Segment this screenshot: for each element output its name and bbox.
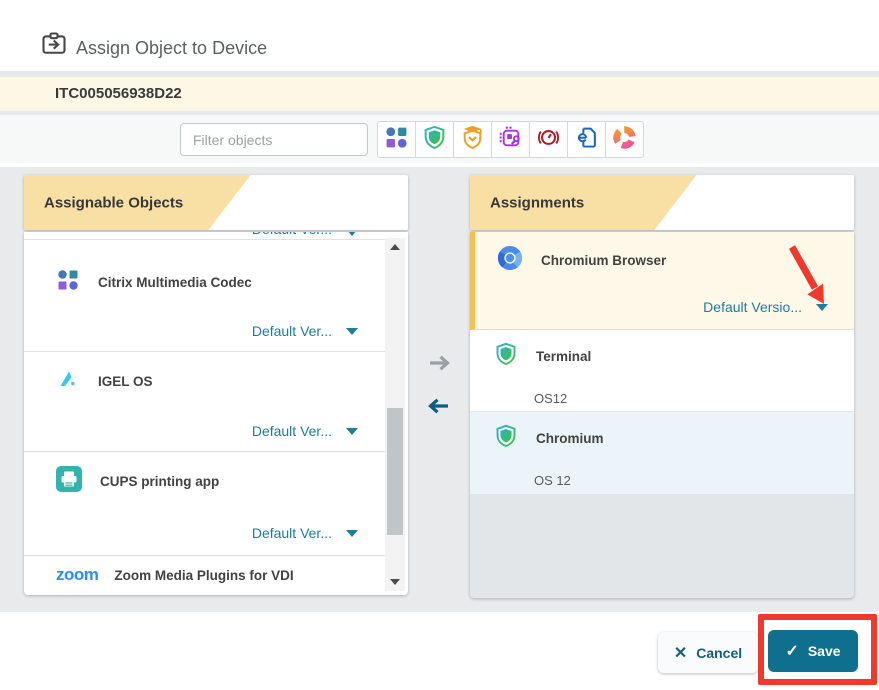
object-name: Chromium [536,431,604,446]
list-item-citrix-multimedia-codec[interactable]: Citrix Multimedia Codec Default Ver... [24,240,386,352]
assignment-item-chromium[interactable]: Chromium OS 12 [470,412,854,494]
dialog-title: Assign Object to Device [76,38,267,59]
chromium-browser-icon [497,245,523,276]
scroll-up-icon[interactable] [385,238,405,256]
assign-right-arrow-button[interactable] [428,354,452,377]
apps-icon [384,125,409,155]
assignable-objects-title: Assignable Objects [44,194,183,211]
list-item-igel-os[interactable]: IGEL OS Default Ver... [24,352,386,452]
list-item-partial-top[interactable]: Default Ver... [24,232,386,240]
scroll-down-icon[interactable] [385,573,405,591]
assignments-title: Assignments [490,194,584,211]
version-dropdown-label[interactable]: Default Ver... [252,323,332,339]
filter-master-profiles-button[interactable] [453,121,492,158]
device-id: ITC005056938D22 [55,77,182,111]
printer-icon [56,466,82,497]
object-name: Terminal [536,349,591,364]
assignment-item-terminal[interactable]: Terminal OS12 [470,330,854,412]
object-os-version: OS 12 [534,473,571,488]
green-shield-icon [422,125,447,155]
object-type-filter-group [377,121,644,158]
version-dropdown-label[interactable]: Default Ver... [252,423,332,439]
filter-firmware-customizations-button[interactable] [491,121,530,158]
scrollbar-thumb[interactable] [387,408,403,535]
chevron-down-icon[interactable] [816,304,828,311]
chevron-down-icon[interactable] [346,428,358,435]
cancel-button[interactable]: ✕ Cancel [658,632,758,673]
cancel-button-label: Cancel [696,645,742,661]
assignment-item-chromium-browser[interactable]: Chromium Browser Default Versio... [470,232,854,330]
device-bar: ITC005056938D22 [0,77,879,111]
dialog-footer: ✕ Cancel ✓ Save [0,612,879,690]
object-os-version: OS12 [534,391,567,406]
list-item-cups-printing-app[interactable]: CUPS printing app Default Ver... [24,452,386,556]
object-name: Zoom Media Plugins for VDI [114,568,293,583]
chevron-down-icon[interactable] [346,530,358,537]
blue-file-clip-icon [574,125,599,155]
chevron-down-icon[interactable] [346,328,358,335]
close-icon: ✕ [674,643,687,663]
list-item-zoom-media-plugins[interactable]: zoom Zoom Media Plugins for VDI [24,556,386,595]
object-filter-toolbar [0,115,879,163]
filter-apps-button[interactable] [377,121,416,158]
green-shield-icon [494,424,518,453]
version-dropdown-label[interactable]: Default Ver... [252,525,332,541]
filter-profiles-button[interactable] [415,121,454,158]
object-name: CUPS printing app [100,474,219,489]
assignments-list: Chromium Browser Default Versio... Termi… [470,232,854,598]
apps-icon [56,268,80,297]
scrollbar[interactable] [385,238,405,591]
version-dropdown-label[interactable]: Default Ver... [252,232,332,237]
green-shield-icon [494,342,518,371]
assignable-objects-list: Default Ver... Citrix Multimedia Codec D… [24,232,408,595]
orange-shield-graduation-icon [460,125,485,155]
chevron-down-icon[interactable] [346,232,358,236]
filter-priority-profiles-button[interactable] [529,121,568,158]
filter-template-profiles-button[interactable] [605,121,644,158]
zoom-logo: zoom [56,565,98,585]
object-name: Chromium Browser [541,253,666,268]
version-dropdown-label[interactable]: Default Versio... [703,299,802,315]
orange-pink-pie-icon [612,125,637,155]
assignable-objects-panel-header: Assignable Objects [24,175,408,230]
dialog-header: Assign Object to Device [0,0,879,71]
unassign-left-arrow-button[interactable] [426,397,450,420]
assign-object-icon [40,30,68,63]
filter-objects-input[interactable] [180,123,368,156]
object-name: IGEL OS [98,374,153,389]
save-button-label: Save [808,643,841,659]
red-gauge-icon [536,125,561,155]
purple-chip-wrench-icon [498,125,523,155]
save-button[interactable]: ✓ Save [768,630,858,672]
igel-logo-icon [56,367,80,396]
check-icon: ✓ [785,641,798,661]
assignments-panel-header: Assignments [470,175,854,230]
object-name: Citrix Multimedia Codec [98,275,252,290]
filter-files-button[interactable] [567,121,606,158]
